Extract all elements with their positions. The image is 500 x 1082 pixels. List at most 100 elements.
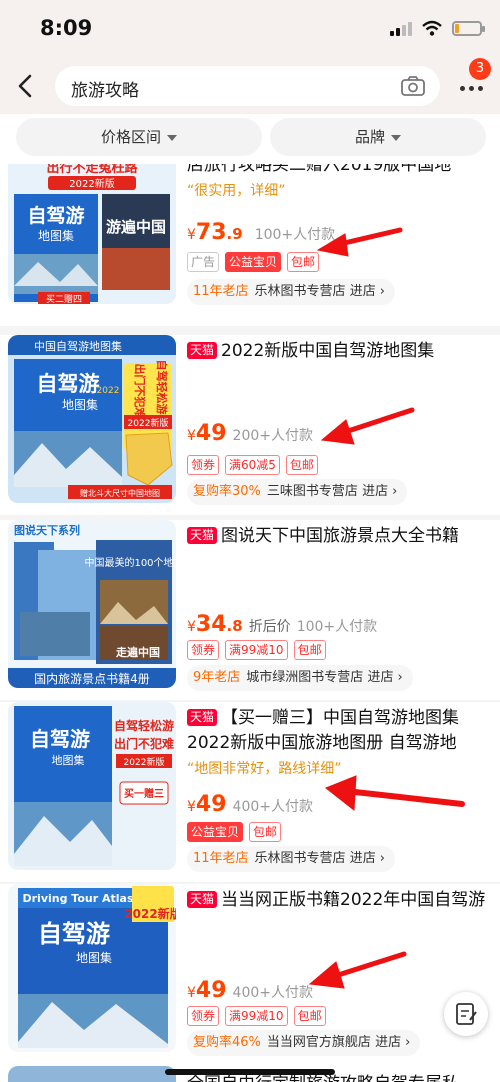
sales-count: 200+人付款 (232, 428, 313, 444)
thumb-text: 2022新版 (124, 906, 176, 921)
filter-brand-label: 品牌 (354, 128, 385, 146)
caret-down-icon (167, 134, 177, 141)
thumb-text: 自驾游 (27, 204, 84, 227)
thumb-text: 中国自驾游地图集 (34, 339, 122, 353)
battery-icon (452, 20, 485, 36)
cellular-signal-icon (390, 20, 412, 36)
thumb-text: 赠北斗大尺寸中国地图 (80, 488, 160, 498)
product-title[interactable]: 天猫 【买一赠三】中国自驾游地图集2022新版中国旅游地图册 自驾游地 (187, 706, 492, 756)
price-decimal: .9 (226, 225, 243, 243)
product-card[interactable]: 中国自驾游地图集 自驾游 地图集 2022 出门不犯难 自驾轻松游 2022新版… (0, 335, 500, 515)
price-row: ¥49 400+人付款 (187, 792, 313, 817)
shop-badge: 11年老店 (193, 851, 249, 866)
status-time: 8:09 (40, 16, 93, 40)
shop-badge: 9年老店 (193, 670, 241, 685)
enter-shop-label: 进店 (349, 851, 376, 866)
discount-tag: 满99减10 (225, 640, 288, 660)
thumb-text: 出门不犯难 (133, 364, 147, 419)
more-menu-button[interactable] (452, 76, 492, 102)
product-image[interactable]: Driving Tour Atlas 2022新版 自驾游 地图集 (8, 884, 176, 1052)
chevron-right-icon: › (379, 284, 385, 299)
coupon-tag: 领券 (187, 640, 220, 660)
tmall-badge: 天猫 (187, 527, 218, 544)
thumb-text: 自驾游 (30, 727, 90, 751)
more-dots-icon (460, 86, 483, 91)
product-card[interactable]: Driving Tour Atlas 2022新版 自驾游 地图集 天猫 当当网正… (0, 884, 500, 1072)
price-integer: 49 (195, 792, 227, 817)
filter-brand[interactable]: 品牌 (270, 118, 486, 156)
thumb-text: 地图集 (52, 753, 85, 767)
chevron-right-icon: › (397, 670, 403, 685)
chevron-right-icon: › (379, 851, 385, 866)
tmall-badge: 天猫 (187, 891, 218, 908)
product-image[interactable]: 出行不走冤枉路 2022新版 自驾游 地图集 游遍中国 买二赠四 (8, 164, 176, 304)
currency-symbol: ¥ (187, 619, 196, 635)
search-input[interactable]: 旅游攻略 (55, 66, 440, 106)
currency-symbol: ¥ (187, 799, 196, 815)
discounted-price-label: 折后价 (248, 619, 291, 635)
product-image[interactable] (8, 1066, 176, 1082)
sales-count: 400+人付款 (232, 799, 313, 815)
product-title[interactable]: 天猫 2022新版中国自驾游地图集 (187, 339, 492, 364)
product-card[interactable]: 自驾游 地图集 自驾轻松游 出门不犯难 2022新版 买一赠三 天猫 【买一赠三】… (0, 702, 500, 882)
charity-tag: 公益宝贝 (225, 252, 282, 272)
filter-price-range[interactable]: 价格区间 (16, 118, 262, 156)
thumb-text: 买二赠四 (46, 293, 82, 304)
back-arrow-icon[interactable] (14, 72, 38, 100)
shop-link[interactable]: 11年老店 乐林图书专营店 进店 › (187, 279, 395, 305)
price-row: ¥49 200+人付款 (187, 421, 313, 446)
thumb-text: 游遍中国 (106, 218, 166, 236)
price-integer: 34 (195, 612, 227, 637)
shop-link[interactable]: 复购率30% 三味图书专营店 进店 › (187, 479, 408, 505)
notification-badge: 3 (469, 58, 491, 80)
shop-name: 城市绿洲图书专营店 (246, 670, 364, 685)
sales-count: 100+人付款 (254, 227, 336, 243)
camera-icon[interactable] (400, 74, 426, 98)
thumb-text: 地图集 (38, 228, 74, 243)
shop-link[interactable]: 11年老店 乐林图书专营店 进店 › (187, 846, 395, 872)
shop-name: 当当网官方旗舰店 (266, 1035, 371, 1050)
product-review-snippet: “地图非常好，路线详细” (187, 761, 342, 777)
sales-count: 400+人付款 (232, 985, 313, 1001)
thumb-text: 2022新版 (124, 756, 165, 768)
thumb-text: 地图集 (62, 397, 98, 412)
shop-link[interactable]: 9年老店 城市绿洲图书专营店 进店 › (187, 665, 413, 691)
product-card[interactable]: 图说天下系列 中国最美的100个地方 走遍中国 国内旅游景点书籍4册 天猫 图说天… (0, 520, 500, 700)
product-image[interactable]: 图说天下系列 中国最美的100个地方 走遍中国 国内旅游景点书籍4册 (8, 520, 176, 688)
filter-bar: 价格区间 品牌 (0, 114, 500, 164)
search-query: 旅游攻略 (71, 81, 139, 101)
tmall-badge: 天猫 (187, 709, 218, 726)
discount-tag: 满60减5 (225, 455, 280, 475)
product-card[interactable]: 出行不走冤枉路 2022新版 自驾游 地图集 游遍中国 买二赠四 天猫旅游攻略 … (0, 164, 500, 326)
currency-symbol: ¥ (187, 428, 196, 444)
product-title[interactable]: 天猫旅游攻略 店铺货阳热销过千 11年老店旅行攻略买二赠六2019版中国地 (187, 164, 492, 178)
thumb-text: 2022 (97, 386, 120, 396)
shop-link[interactable]: 复购率46% 当当网官方旗舰店 进店 › (187, 1030, 421, 1056)
product-image[interactable]: 中国自驾游地图集 自驾游 地图集 2022 出门不犯难 自驾轻松游 2022新版… (8, 335, 176, 503)
shop-name: 乐林图书专营店 (254, 851, 346, 866)
price-integer: 49 (195, 978, 227, 1003)
shop-name: 乐林图书专营店 (254, 284, 346, 299)
shop-name: 三味图书专营店 (266, 484, 358, 499)
thumb-text: 自驾游 (37, 372, 100, 396)
promo-tags: 领券 满60减5 包邮 (187, 455, 318, 475)
product-review-snippet: “很实用，详细” (187, 183, 286, 199)
caret-down-icon (391, 134, 401, 141)
shop-badge: 11年老店 (193, 284, 249, 299)
thumb-text: 2022新版 (128, 417, 169, 429)
promo-tags: 广告 公益宝贝 包邮 (187, 252, 320, 272)
thumb-text: 出门不犯难 (114, 736, 174, 751)
free-shipping-tag: 包邮 (249, 822, 282, 842)
feedback-button[interactable] (444, 992, 488, 1036)
thumb-text: 中国最美的100个地方 (84, 556, 176, 569)
charity-tag: 公益宝贝 (187, 822, 244, 842)
free-shipping-tag: 包邮 (293, 1006, 326, 1026)
thumb-text: Driving Tour Atlas (23, 892, 134, 905)
product-title[interactable]: 天猫 当当网正版书籍2022年中国自驾游 (187, 888, 492, 913)
product-title[interactable]: 天猫 图说天下中国旅游景点大全书籍 (187, 524, 492, 549)
product-image[interactable]: 自驾游 地图集 自驾轻松游 出门不犯难 2022新版 买一赠三 (8, 702, 176, 870)
currency-symbol: ¥ (187, 985, 196, 1001)
free-shipping-tag: 包邮 (287, 252, 320, 272)
thumb-text: 自驾游 (38, 920, 110, 948)
free-shipping-tag: 包邮 (285, 455, 318, 475)
